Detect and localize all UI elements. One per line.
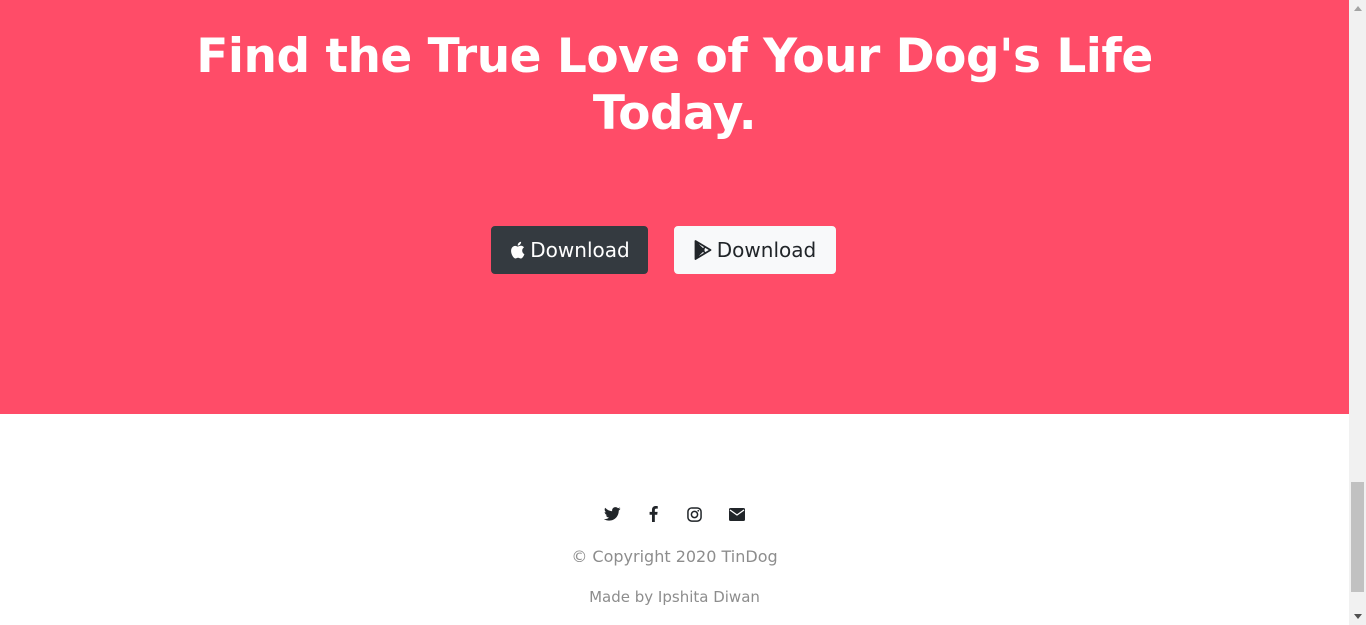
- apple-download-label: Download: [530, 238, 630, 262]
- page: Find the True Love of Your Dog's Life To…: [0, 0, 1366, 625]
- footer: © Copyright 2020 TinDog Made by Ipshita …: [0, 414, 1349, 625]
- scrollbar-thumb[interactable]: [1351, 482, 1364, 592]
- instagram-icon[interactable]: [685, 505, 703, 523]
- google-play-download-button[interactable]: Download: [674, 226, 836, 274]
- scroll-down-arrow-icon[interactable]: [1349, 608, 1366, 625]
- cta-heading: Find the True Love of Your Dog's Life To…: [196, 29, 1153, 141]
- facebook-icon[interactable]: [644, 505, 662, 523]
- apple-download-button[interactable]: Download: [491, 226, 648, 274]
- scroll-up-arrow-icon[interactable]: [1349, 0, 1366, 17]
- cta-section: Find the True Love of Your Dog's Life To…: [0, 0, 1349, 414]
- twitter-icon[interactable]: [603, 505, 621, 523]
- made-by-text: Made by Ipshita Diwan: [589, 588, 760, 606]
- social-links: [0, 505, 1349, 523]
- envelope-icon[interactable]: [728, 505, 746, 523]
- google-play-download-label: Download: [716, 238, 817, 262]
- copyright-text: © Copyright 2020 TinDog: [571, 547, 778, 566]
- vertical-scrollbar[interactable]: [1349, 0, 1366, 625]
- google-play-icon: [694, 240, 712, 260]
- apple-icon: [509, 241, 525, 259]
